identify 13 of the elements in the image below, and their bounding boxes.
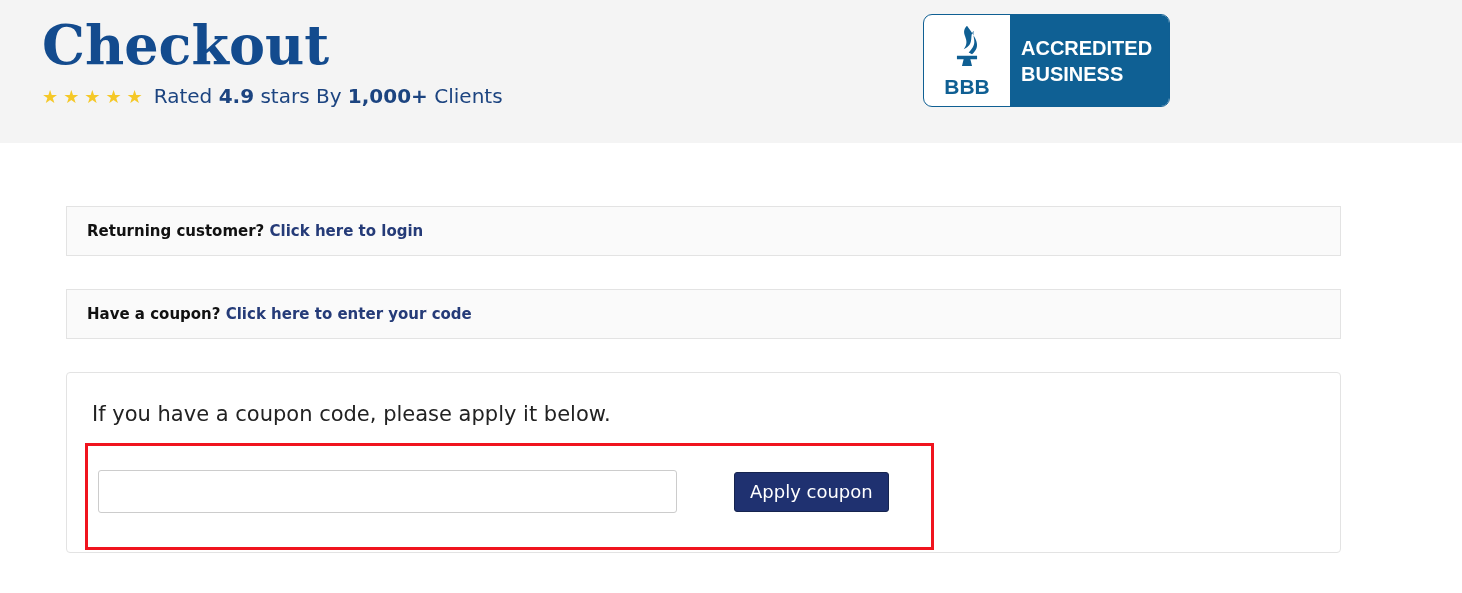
notice-text: Have a coupon? Click here to enter your code — [87, 305, 472, 323]
badge-mark: BBB — [944, 75, 990, 98]
notice-text: Returning customer? Click here to login — [87, 222, 424, 240]
badge-text: BUSINESS — [1021, 61, 1125, 87]
apply-coupon-button[interactable]: Apply coupon — [734, 471, 889, 512]
notice-link[interactable]: Click here to login — [269, 222, 424, 240]
rating-text: Rated 4.9 stars By 1,000+ Clients — [153, 84, 503, 108]
coupon-instructions: If you have a coupon code, please apply it below. — [92, 401, 612, 428]
page-title: Checkout — [42, 12, 331, 79]
coupon-field[interactable] — [98, 470, 677, 513]
star-rating: ★★★★★ — [42, 85, 148, 107]
badge-text: ACCREDITED — [1021, 35, 1154, 61]
notice-link[interactable]: Click here to enter your code — [225, 305, 472, 323]
